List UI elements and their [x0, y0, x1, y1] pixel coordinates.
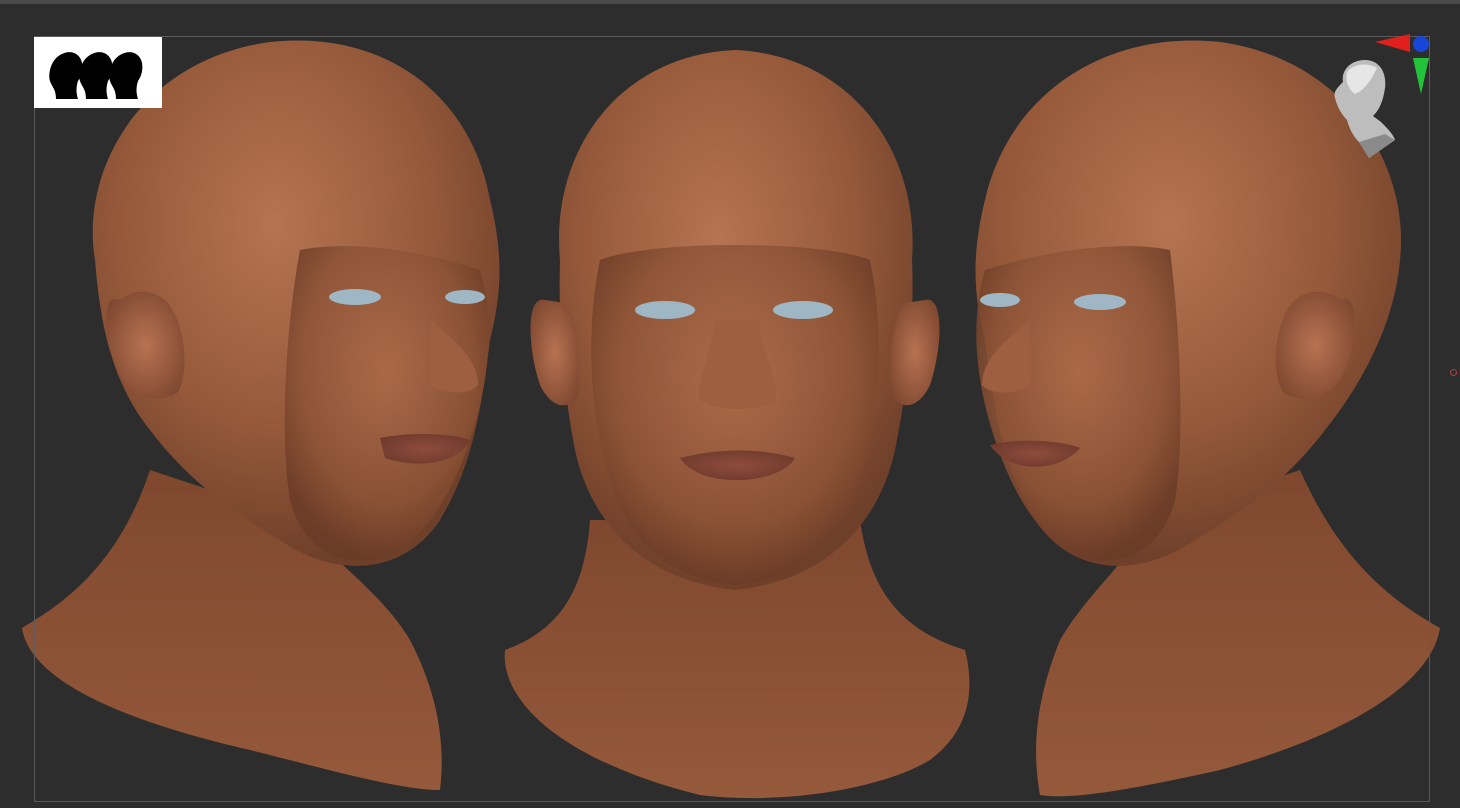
viewport-marker [1450, 369, 1457, 376]
document-viewport[interactable] [0, 0, 1460, 808]
document-frame [34, 36, 1430, 802]
head-orientation-gizmo-icon[interactable] [1325, 32, 1435, 162]
three-heads-icon[interactable] [34, 37, 162, 108]
